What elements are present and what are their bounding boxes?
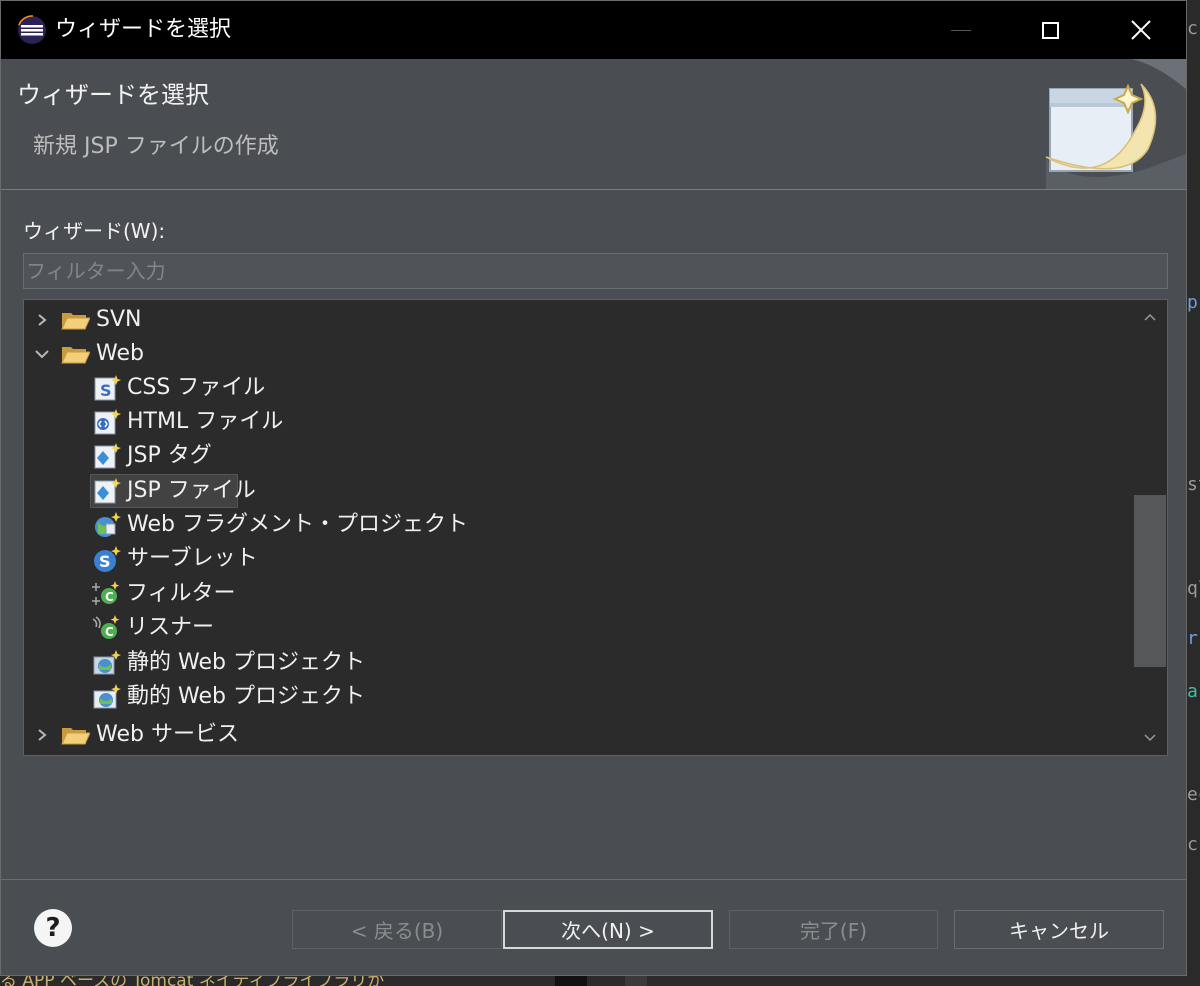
- select-wizard-dialog: ウィザードを選択 ウィザードを選択 新規 JSP ファイルの作成 ウィザード(W…: [0, 0, 1187, 976]
- next-button[interactable]: 次へ(N) >: [503, 910, 713, 949]
- tree-item-label: 動的 Web プロジェクト: [127, 684, 365, 709]
- tree-item-label: SVN: [96, 307, 142, 332]
- tree-item-label: HTML ファイル: [127, 409, 284, 434]
- filter-input[interactable]: [23, 253, 1168, 289]
- chevron-down-icon[interactable]: [32, 344, 52, 364]
- minimize-button[interactable]: [915, 1, 1007, 59]
- maximize-button[interactable]: [1004, 1, 1096, 59]
- tree-item-label: JSP タグ: [127, 443, 212, 468]
- close-button[interactable]: [1095, 1, 1187, 59]
- chevron-up-icon: [1144, 313, 1156, 321]
- title-bar[interactable]: ウィザードを選択: [1, 1, 1186, 59]
- tree-item-label: サーブレット: [127, 546, 258, 571]
- background-editor-edge: c p st ql r a ec c: [1185, 0, 1200, 986]
- close-icon: [1131, 20, 1151, 40]
- tree-item-label: CSS ファイル: [127, 375, 266, 400]
- wizard-tree[interactable]: SVN Web S CSS ファイル HTML ファイル JSP タグ JSP …: [23, 299, 1168, 756]
- cancel-button[interactable]: キャンセル: [954, 910, 1164, 949]
- footer-separator: [1, 879, 1186, 880]
- svg-text:S: S: [100, 381, 112, 400]
- eclipse-icon: [17, 15, 47, 45]
- svg-text:C: C: [105, 625, 114, 639]
- chevron-right-icon[interactable]: [32, 725, 52, 745]
- help-button[interactable]: ?: [34, 909, 72, 947]
- svg-text:C: C: [105, 590, 114, 604]
- jsp-tag-icon: [94, 443, 121, 469]
- svg-text:S: S: [99, 552, 111, 571]
- wizard-list-label: ウィザード(W):: [23, 219, 166, 243]
- minimize-icon: [951, 29, 971, 31]
- page-description: 新規 JSP ファイルの作成: [33, 134, 279, 159]
- background-code-char: r: [1187, 628, 1198, 649]
- folder-open-icon: [61, 347, 90, 364]
- filter-icon: C: [92, 581, 120, 605]
- tree-item-label: フィルター: [126, 581, 236, 606]
- maximize-icon: [1041, 21, 1059, 39]
- chevron-down-icon: [1144, 734, 1156, 742]
- tree-item-label: Web フラグメント・プロジェクト: [127, 512, 468, 537]
- background-code-char: a: [1187, 681, 1198, 702]
- web-fragment-project-icon: [95, 512, 121, 537]
- jsp-file-icon: [94, 478, 121, 504]
- folder-open-icon: [61, 728, 90, 745]
- background-code-char: c: [1187, 18, 1198, 39]
- tree-item-label: Web サービス: [96, 722, 239, 747]
- back-button[interactable]: < 戻る(B): [292, 910, 502, 949]
- tree-item-label: 静的 Web プロジェクト: [127, 650, 365, 675]
- tree-scrollbar[interactable]: [1134, 301, 1166, 754]
- static-web-project-icon: [93, 650, 121, 675]
- dynamic-web-project-icon: [93, 684, 121, 709]
- background-code-char: st: [1187, 474, 1200, 495]
- scroll-up-button[interactable]: [1134, 301, 1166, 333]
- scroll-thumb[interactable]: [1134, 495, 1166, 667]
- header-separator: [1, 189, 1186, 190]
- window-title: ウィザードを選択: [55, 17, 232, 42]
- background-code-char: p: [1187, 292, 1198, 313]
- page-title: ウィザードを選択: [17, 81, 209, 109]
- tree-item-label: リスナー: [126, 615, 215, 640]
- finish-button[interactable]: 完了(F): [729, 910, 938, 949]
- background-code-char: ec: [1187, 784, 1200, 805]
- background-code-char: c: [1187, 834, 1198, 855]
- tree-item-label: Web: [96, 341, 144, 366]
- tree-item-label: JSP ファイル: [127, 478, 256, 503]
- html-file-icon: [94, 409, 121, 435]
- scroll-down-button[interactable]: [1134, 722, 1166, 754]
- wizard-banner-icon: [1045, 59, 1186, 189]
- listener-icon: C: [92, 615, 120, 639]
- servlet-icon: S: [94, 546, 121, 572]
- css-file-icon: S: [94, 375, 121, 401]
- folder-open-icon: [61, 313, 90, 330]
- chevron-right-icon[interactable]: [32, 310, 52, 330]
- background-code-char: ql: [1187, 578, 1200, 599]
